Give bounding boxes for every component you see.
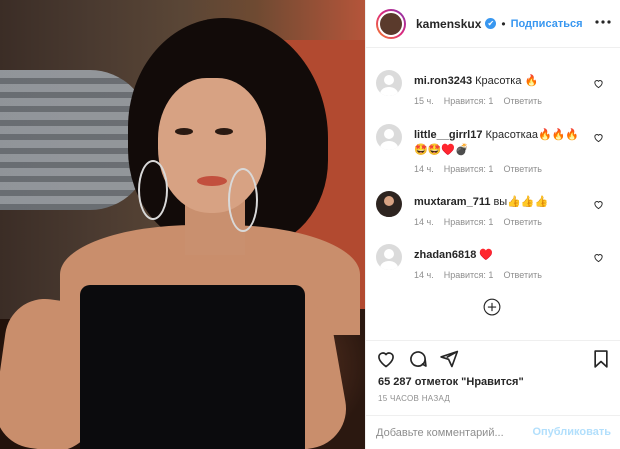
like-heart-icon[interactable] [376,349,396,369]
comment-body: Красотка 🔥 [475,75,539,87]
photo-dress [80,285,305,449]
comment-input[interactable] [376,424,536,442]
post-actions [366,340,620,376]
post-timestamp[interactable]: 15 ЧАСОВ НАЗАД [378,394,450,403]
comment-text: mi.ron3243 Красотка 🔥 [414,74,589,89]
comment-username[interactable]: mi.ron3243 [414,75,472,87]
comment-like-heart-icon[interactable] [593,199,604,210]
comment-meta: 14 ч. Нравится: 1 Ответить [414,164,552,174]
photo-earring-left [138,160,168,220]
comment-time: 14 ч. [414,164,434,174]
commenter-avatar[interactable] [376,70,402,96]
separator-dot: • [501,16,506,31]
likes-count[interactable]: 65 287 отметок "Нравится" [378,376,524,388]
comments-list: mi.ron3243 Красотка 🔥 15 ч. Нравится: 1 Отв… [366,48,620,338]
load-more-comments-icon[interactable] [483,298,501,316]
comment-meta: 14 ч. Нравится: 1 Ответить [414,270,552,280]
follow-button[interactable]: Подписаться [511,18,583,30]
share-send-icon[interactable] [439,349,459,369]
comment-reply-button[interactable]: Ответить [503,217,541,227]
add-comment-bar: Опубликовать [366,415,620,449]
comment-likes[interactable]: Нравится: 1 [444,164,494,174]
comment-bubble-icon[interactable] [408,349,428,369]
comment-reply-button[interactable]: Ответить [503,270,541,280]
commenter-avatar[interactable] [376,124,402,150]
comment-username[interactable]: muxtaram_711 [414,196,490,208]
publish-button[interactable]: Опубликовать [532,426,611,438]
author-avatar[interactable] [376,8,406,39]
comment-like-heart-icon[interactable] [593,78,604,89]
comment-body: ♥️ [479,249,494,261]
comment-meta: 15 ч. Нравится: 1 Ответить [414,96,552,106]
photo-eye-right [215,128,233,135]
more-icon[interactable] [595,14,611,30]
bookmark-icon[interactable] [591,349,611,369]
post-side-panel: kamenskux ✔ • Подписаться mi.ron3243 Крас… [365,0,620,449]
comment-item: muxtaram_711 вы👍👍👍 14 ч. Нравится: 1 Ответи… [376,191,616,237]
comment-username[interactable]: zhadan6818 [414,249,476,261]
commenter-avatar[interactable] [376,191,402,217]
comment-username[interactable]: little__girrl17 [414,129,482,141]
photo-lips [197,176,227,186]
comment-likes[interactable]: Нравится: 1 [444,217,494,227]
comment-likes[interactable]: Нравится: 1 [444,96,494,106]
author-username[interactable]: kamenskux [416,17,481,31]
post-header: kamenskux ✔ • Подписаться [366,0,620,48]
comment-time: 15 ч. [414,96,434,106]
photo-earring-right [228,168,258,232]
post-photo[interactable] [0,0,365,449]
comment-time: 14 ч. [414,270,434,280]
comment-meta: 14 ч. Нравится: 1 Ответить [414,217,552,227]
photo-eye-left [175,128,193,135]
comment-like-heart-icon[interactable] [593,132,604,143]
comment-time: 14 ч. [414,217,434,227]
comment-item: zhadan6818 ♥️ 14 ч. Нравится: 1 Ответить [376,244,616,290]
comment-reply-button[interactable]: Ответить [503,164,541,174]
comment-text: muxtaram_711 вы👍👍👍 [414,195,589,210]
comment-text: little__girrl17 Красоткаа🔥🔥🔥 🤩🤩♥️💣 [414,128,589,158]
commenter-avatar[interactable] [376,244,402,270]
comment-item: little__girrl17 Красоткаа🔥🔥🔥 🤩🤩♥️💣 14 ч. Н… [376,124,616,180]
comment-item: mi.ron3243 Красотка 🔥 15 ч. Нравится: 1 Отв… [376,70,616,116]
verified-icon: ✔ [485,18,497,29]
comment-like-heart-icon[interactable] [593,252,604,263]
comment-text: zhadan6818 ♥️ [414,248,589,263]
comment-reply-button[interactable]: Ответить [503,96,541,106]
comment-body: вы👍👍👍 [493,196,549,208]
comment-likes[interactable]: Нравится: 1 [444,270,494,280]
